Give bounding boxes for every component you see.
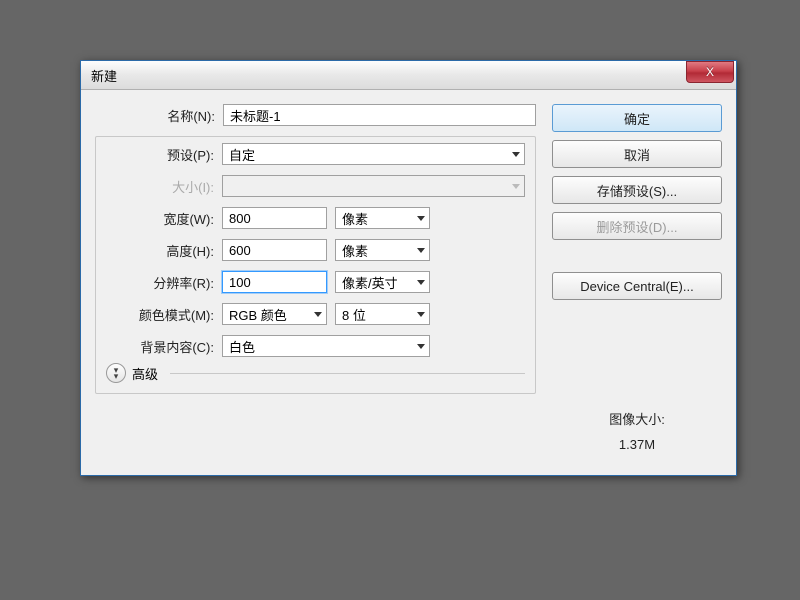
delete-preset-label: 删除预设(D)...	[597, 217, 678, 236]
titlebar[interactable]: 新建 X	[81, 61, 736, 90]
caret-icon	[512, 184, 520, 189]
resolution-input[interactable]	[222, 271, 327, 293]
caret-icon	[417, 216, 425, 221]
image-size-block: 图像大小: 1.37M	[552, 408, 722, 457]
label-resolution: 分辨率(R):	[106, 273, 222, 292]
close-icon: X	[706, 65, 714, 79]
height-unit-value: 像素	[342, 241, 368, 260]
preset-group: 预设(P): 自定 大小(I): 宽度	[95, 136, 536, 394]
label-width: 宽度(W):	[106, 209, 222, 228]
close-button[interactable]: X	[686, 61, 734, 83]
label-name: 名称(N):	[95, 106, 223, 125]
width-input[interactable]	[222, 207, 327, 229]
width-unit-value: 像素	[342, 209, 368, 228]
color-depth-select[interactable]: 8 位	[335, 303, 430, 325]
caret-icon	[314, 312, 322, 317]
save-preset-button[interactable]: 存储预设(S)...	[552, 176, 722, 204]
caret-icon	[417, 248, 425, 253]
background-value: 白色	[229, 337, 255, 356]
row-background: 背景内容(C): 白色	[106, 335, 525, 357]
advanced-toggle[interactable]: ▾▾	[106, 363, 126, 383]
new-document-dialog: 新建 X 名称(N): 预设(P): 自定	[80, 60, 737, 476]
label-color-mode: 颜色模式(M):	[106, 305, 222, 324]
background-select[interactable]: 白色	[222, 335, 430, 357]
caret-icon	[512, 152, 520, 157]
row-resolution: 分辨率(R): 像素/英寸	[106, 271, 525, 293]
delete-preset-button: 删除预设(D)...	[552, 212, 722, 240]
label-preset: 预设(P):	[106, 145, 222, 164]
caret-icon	[417, 344, 425, 349]
label-size: 大小(I):	[106, 177, 222, 196]
label-background: 背景内容(C):	[106, 337, 222, 356]
cancel-button[interactable]: 取消	[552, 140, 722, 168]
left-column: 名称(N): 预设(P): 自定 大小(I):	[95, 104, 536, 457]
device-central-label: Device Central(E)...	[580, 279, 693, 294]
device-central-button[interactable]: Device Central(E)...	[552, 272, 722, 300]
row-name: 名称(N):	[95, 104, 536, 126]
dialog-title: 新建	[91, 66, 117, 85]
label-advanced: 高级	[132, 364, 158, 383]
caret-icon	[417, 280, 425, 285]
right-column: 确定 取消 存储预设(S)... 删除预设(D)... Device Centr…	[552, 104, 722, 457]
height-unit-select[interactable]: 像素	[335, 239, 430, 261]
width-unit-select[interactable]: 像素	[335, 207, 430, 229]
preset-value: 自定	[229, 145, 255, 164]
image-size-value: 1.37M	[552, 433, 722, 458]
color-mode-select[interactable]: RGB 颜色	[222, 303, 327, 325]
cancel-label: 取消	[624, 145, 650, 164]
image-size-label: 图像大小:	[552, 408, 722, 433]
resolution-unit-select[interactable]: 像素/英寸	[335, 271, 430, 293]
ok-button[interactable]: 确定	[552, 104, 722, 132]
row-advanced: ▾▾ 高级	[106, 363, 525, 383]
divider	[170, 373, 525, 374]
height-input[interactable]	[222, 239, 327, 261]
label-height: 高度(H):	[106, 241, 222, 260]
color-depth-value: 8 位	[342, 305, 366, 324]
ok-label: 确定	[624, 109, 650, 128]
color-mode-value: RGB 颜色	[229, 305, 287, 324]
row-width: 宽度(W): 像素	[106, 207, 525, 229]
dialog-body: 名称(N): 预设(P): 自定 大小(I):	[81, 90, 736, 475]
row-color-mode: 颜色模式(M): RGB 颜色 8 位	[106, 303, 525, 325]
name-input[interactable]	[223, 104, 536, 126]
row-preset: 预设(P): 自定	[106, 143, 525, 165]
resolution-unit-value: 像素/英寸	[342, 273, 398, 292]
row-size: 大小(I):	[106, 175, 525, 197]
chevron-down-icon: ▾▾	[114, 367, 119, 379]
caret-icon	[417, 312, 425, 317]
preset-select[interactable]: 自定	[222, 143, 525, 165]
save-preset-label: 存储预设(S)...	[597, 181, 677, 200]
size-select	[222, 175, 525, 197]
row-height: 高度(H): 像素	[106, 239, 525, 261]
